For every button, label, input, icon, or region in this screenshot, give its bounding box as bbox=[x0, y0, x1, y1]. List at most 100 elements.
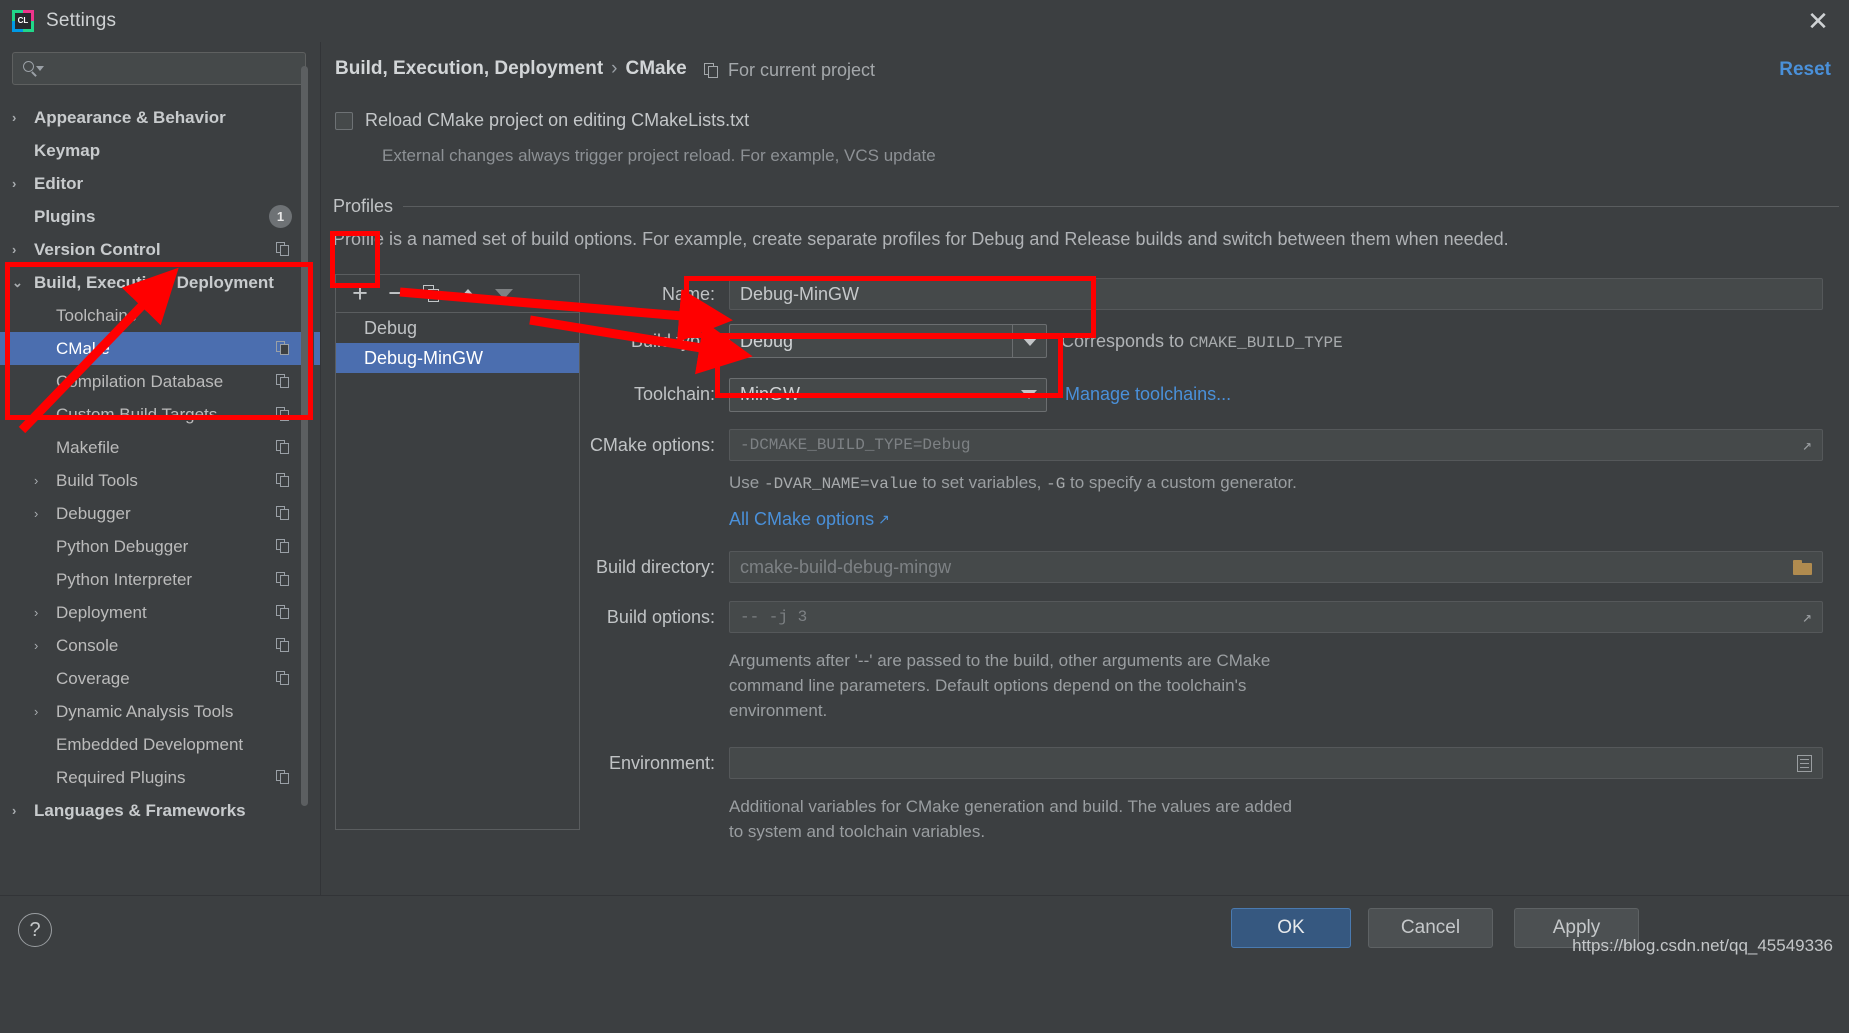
remove-profile-button[interactable]: − bbox=[378, 277, 414, 311]
expand-icon[interactable]: ↗ bbox=[1802, 607, 1812, 627]
chevron-right-icon[interactable]: › bbox=[34, 704, 56, 719]
sidebar-item-coverage[interactable]: ›Coverage bbox=[0, 662, 320, 695]
folder-icon[interactable] bbox=[1793, 559, 1812, 575]
manage-toolchains-link[interactable]: Manage toolchains... bbox=[1065, 384, 1231, 405]
search-wrapper bbox=[0, 42, 320, 91]
breadcrumb-root[interactable]: Build, Execution, Deployment bbox=[335, 58, 603, 80]
environment-label: Environment: bbox=[608, 752, 715, 773]
cancel-button[interactable]: Cancel bbox=[1368, 908, 1493, 948]
sidebar-scrollbar-thumb[interactable] bbox=[301, 66, 308, 806]
sidebar-item-label: Console bbox=[56, 635, 119, 655]
list-item[interactable]: Debug bbox=[336, 313, 579, 343]
cmake-hint-c: to specify a custom generator. bbox=[1065, 472, 1297, 492]
cmake-options-row: CMake options: -DCMAKE_BUILD_TYPE=Debug … bbox=[589, 421, 1837, 469]
sidebar-item-appearance-behavior[interactable]: › Appearance & Behavior bbox=[0, 101, 320, 134]
help-button[interactable]: ? bbox=[18, 913, 52, 947]
cmake-options-label: CMake options: bbox=[589, 434, 715, 455]
title-bar: CL Settings ✕ bbox=[0, 0, 1849, 42]
sidebar-item-required-plugins[interactable]: ›Required Plugins bbox=[0, 761, 320, 794]
sidebar-item-editor[interactable]: › Editor bbox=[0, 167, 320, 200]
expand-icon[interactable]: ↗ bbox=[1802, 435, 1812, 455]
name-input[interactable]: Debug-MinGW bbox=[729, 278, 1823, 310]
sidebar-item-label: Compilation Database bbox=[56, 371, 224, 391]
profiles-list-panel: + − Debug Debug-MinGW bbox=[335, 274, 580, 830]
dialog-footer: ? OK Cancel Apply https://blog.csdn.net/… bbox=[0, 895, 1849, 1033]
profiles-list: Debug Debug-MinGW bbox=[336, 313, 579, 373]
chevron-right-icon[interactable]: › bbox=[12, 242, 34, 257]
sidebar-item-makefile[interactable]: ›Makefile bbox=[0, 431, 320, 464]
add-profile-button[interactable]: + bbox=[342, 277, 378, 311]
sidebar-item-toolchains[interactable]: ›Toolchains bbox=[0, 299, 320, 332]
chevron-right-icon[interactable]: › bbox=[34, 638, 56, 653]
chevron-down-icon[interactable]: ⌄ bbox=[12, 275, 34, 291]
cmake-options-input[interactable]: -DCMAKE_BUILD_TYPE=Debug ↗ bbox=[729, 429, 1823, 461]
chevron-right-icon[interactable]: › bbox=[12, 176, 34, 191]
sidebar-item-label: Toolchains bbox=[56, 305, 137, 325]
reset-button[interactable]: Reset bbox=[1779, 59, 1831, 81]
reload-cmake-hint: External changes always trigger project … bbox=[382, 146, 936, 165]
chevron-right-icon[interactable]: › bbox=[34, 473, 56, 488]
all-cmake-options-link[interactable]: All CMake options bbox=[729, 509, 874, 530]
project-scope-icon bbox=[276, 374, 292, 389]
environment-row: Environment: bbox=[589, 738, 1837, 788]
build-options-input[interactable]: -- -j 3 ↗ bbox=[729, 601, 1823, 633]
sidebar-item-debugger[interactable]: › Debugger bbox=[0, 497, 320, 530]
sidebar-item-build-execution-deployment[interactable]: ⌄ Build, Execution, Deployment bbox=[0, 266, 320, 299]
chevron-right-icon[interactable]: › bbox=[34, 605, 56, 620]
sidebar-item-plugins[interactable]: ›Plugins1 bbox=[0, 200, 320, 233]
toolchain-label: Toolchain: bbox=[633, 384, 715, 404]
sidebar-item-keymap[interactable]: ›Keymap bbox=[0, 134, 320, 167]
sidebar-item-console[interactable]: › Console bbox=[0, 629, 320, 662]
profiles-legend-label: Profiles bbox=[333, 196, 394, 216]
sidebar-item-build-tools[interactable]: › Build Tools bbox=[0, 464, 320, 497]
sidebar-item-deployment[interactable]: › Deployment bbox=[0, 596, 320, 629]
environment-input[interactable] bbox=[729, 747, 1823, 779]
reload-cmake-checkbox-row[interactable]: Reload CMake project on editing CMakeLis… bbox=[335, 110, 749, 131]
move-up-button[interactable] bbox=[450, 277, 486, 311]
sidebar-item-custom-build-targets[interactable]: ›Custom Build Targets bbox=[0, 398, 320, 431]
sidebar-item-version-control[interactable]: › Version Control bbox=[0, 233, 320, 266]
chevron-right-icon[interactable]: › bbox=[34, 506, 56, 521]
chevron-down-icon[interactable] bbox=[1012, 379, 1046, 411]
move-down-button[interactable] bbox=[486, 277, 522, 311]
build-options-row: Build options: -- -j 3 ↗ bbox=[589, 592, 1837, 642]
chevron-right-icon[interactable]: › bbox=[12, 110, 34, 125]
name-row: Name: Debug-MinGW bbox=[589, 274, 1837, 314]
project-scope-icon bbox=[276, 671, 292, 686]
for-current-project: For current project bbox=[704, 60, 875, 81]
sidebar-item-languages-frameworks[interactable]: › Languages & Frameworks bbox=[0, 794, 320, 827]
build-type-note-prefix: Corresponds to bbox=[1061, 330, 1190, 351]
search-input[interactable] bbox=[12, 52, 306, 85]
toolchain-select[interactable]: MinGW bbox=[729, 377, 1047, 412]
breadcrumb-leaf: CMake bbox=[625, 58, 687, 79]
copy-profile-button[interactable] bbox=[414, 277, 450, 311]
sidebar-scrollbar-track[interactable] bbox=[301, 52, 314, 842]
sidebar-item-compilation-database[interactable]: ›Compilation Database bbox=[0, 365, 320, 398]
sidebar-item-cmake[interactable]: ›CMake bbox=[0, 332, 320, 365]
external-link-arrow-icon: ↗ bbox=[878, 511, 890, 527]
environment-hint-row: Additional variables for CMake generatio… bbox=[589, 788, 1837, 848]
reload-cmake-checkbox[interactable] bbox=[335, 111, 353, 130]
sidebar-item-python-interpreter[interactable]: ›Python Interpreter bbox=[0, 563, 320, 596]
sidebar-item-label: Debugger bbox=[56, 503, 131, 523]
build-directory-input[interactable]: cmake-build-debug-mingw bbox=[729, 551, 1823, 583]
ok-button[interactable]: OK bbox=[1231, 908, 1351, 948]
environment-variables-icon[interactable] bbox=[1797, 754, 1812, 772]
name-label: Name: bbox=[661, 283, 715, 304]
sidebar-item-label: Build Tools bbox=[56, 470, 138, 490]
list-item[interactable]: Debug-MinGW bbox=[336, 343, 579, 373]
sidebar-item-label: Required Plugins bbox=[56, 767, 186, 787]
build-type-select[interactable]: Debug bbox=[729, 324, 1047, 358]
sidebar-item-dynamic-analysis-tools[interactable]: › Dynamic Analysis Tools bbox=[0, 695, 320, 728]
sidebar-item-label: Version Control bbox=[34, 239, 161, 259]
project-scope-icon bbox=[276, 605, 292, 620]
close-icon[interactable]: ✕ bbox=[1801, 4, 1835, 38]
chevron-right-icon[interactable]: › bbox=[12, 803, 34, 818]
sidebar-item-embedded-development[interactable]: ›Embedded Development bbox=[0, 728, 320, 761]
sidebar-item-python-debugger[interactable]: ›Python Debugger bbox=[0, 530, 320, 563]
environment-hint: Additional variables for CMake generatio… bbox=[729, 797, 1292, 841]
copy-icon bbox=[423, 285, 441, 302]
build-directory-label: Build directory: bbox=[595, 556, 715, 577]
chevron-down-icon[interactable] bbox=[1012, 325, 1046, 357]
cmake-hint-row: Use -DVAR_NAME=value to set variables, -… bbox=[589, 469, 1837, 497]
